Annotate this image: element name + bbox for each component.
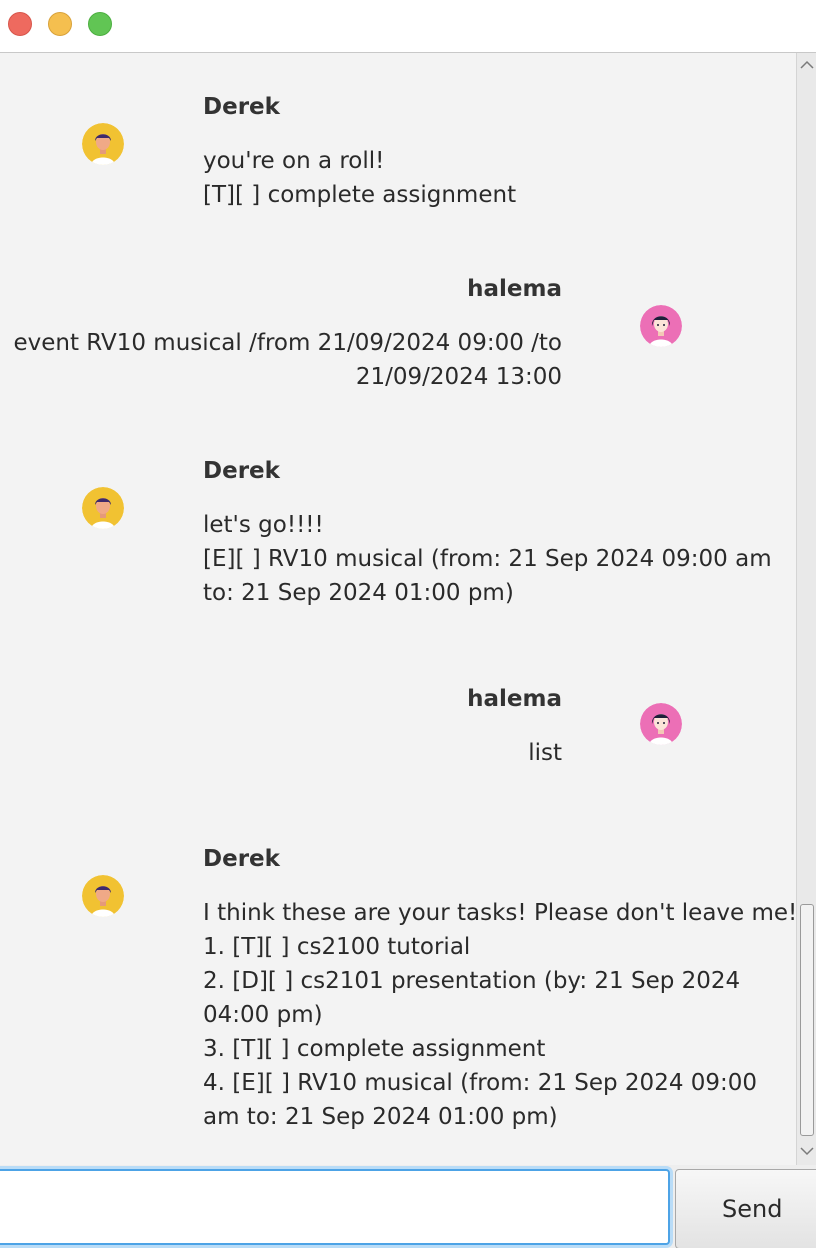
scrollbar-thumb[interactable] bbox=[800, 904, 814, 1136]
message-line: am to: 21 Sep 2024 01:00 pm) bbox=[203, 1104, 558, 1130]
title-bar bbox=[0, 0, 816, 53]
message-line: [T][ ] complete assignment bbox=[203, 182, 517, 208]
message-line: let's go!!!! bbox=[203, 512, 324, 538]
bot-avatar-icon bbox=[82, 487, 124, 529]
sender-name: halema bbox=[467, 686, 562, 712]
user-message: halema list bbox=[0, 643, 796, 818]
message-text: I think these are your tasks! Please don… bbox=[203, 896, 796, 1134]
vertical-scrollbar[interactable] bbox=[796, 53, 816, 1165]
input-bar: Send bbox=[0, 1165, 816, 1248]
sender-name: Derek bbox=[203, 458, 280, 484]
scroll-up-arrow-icon[interactable] bbox=[799, 57, 815, 73]
chat-scroll-pane[interactable]: Derek you're on a roll! [T][ ] complete … bbox=[0, 53, 796, 1165]
close-window-button[interactable] bbox=[8, 12, 32, 36]
user-avatar-icon bbox=[640, 703, 682, 745]
message-line: I think these are your tasks! Please don… bbox=[203, 900, 796, 926]
message-text: you're on a roll! [T][ ] complete assign… bbox=[203, 144, 516, 212]
message-line: event RV10 musical /from 21/09/2024 09:0… bbox=[13, 330, 562, 356]
bot-message: Derek I think these are your tasks! Plea… bbox=[0, 818, 796, 1165]
message-input[interactable] bbox=[0, 1169, 670, 1245]
bot-avatar-icon bbox=[82, 123, 124, 165]
message-line: 1. [T][ ] cs2100 tutorial bbox=[203, 934, 471, 960]
message-line: 2. [D][ ] cs2101 presentation (by: 21 Se… bbox=[203, 968, 741, 994]
message-line: list bbox=[528, 740, 562, 766]
bot-message: Derek you're on a roll! [T][ ] complete … bbox=[0, 53, 796, 233]
message-line: [E][ ] RV10 musical (from: 21 Sep 2024 0… bbox=[203, 546, 772, 572]
message-line: 3. [T][ ] complete assignment bbox=[203, 1036, 546, 1062]
message-line: 4. [E][ ] RV10 musical (from: 21 Sep 202… bbox=[203, 1070, 758, 1096]
message-line: to: 21 Sep 2024 01:00 pm) bbox=[203, 580, 514, 606]
message-text: event RV10 musical /from 21/09/2024 09:0… bbox=[13, 326, 562, 394]
message-line: you're on a roll! bbox=[203, 148, 385, 174]
message-line: 21/09/2024 13:00 bbox=[355, 364, 562, 390]
sender-name: Derek bbox=[203, 94, 280, 120]
message-line: 04:00 pm) bbox=[203, 1002, 323, 1028]
bot-message: Derek let's go!!!! [E][ ] RV10 musical (… bbox=[0, 413, 796, 643]
bot-avatar-icon bbox=[82, 875, 124, 917]
app-window: Derek you're on a roll! [T][ ] complete … bbox=[0, 0, 816, 1248]
maximize-window-button[interactable] bbox=[88, 12, 112, 36]
message-text: list bbox=[528, 736, 562, 770]
send-button[interactable]: Send bbox=[675, 1169, 816, 1248]
user-avatar-icon bbox=[640, 305, 682, 347]
sender-name: halema bbox=[467, 276, 562, 302]
user-message: halema event RV10 musical /from 21/09/20… bbox=[0, 233, 796, 413]
minimize-window-button[interactable] bbox=[48, 12, 72, 36]
scroll-down-arrow-icon[interactable] bbox=[799, 1143, 815, 1159]
message-text: let's go!!!! [E][ ] RV10 musical (from: … bbox=[203, 508, 772, 610]
sender-name: Derek bbox=[203, 846, 280, 872]
